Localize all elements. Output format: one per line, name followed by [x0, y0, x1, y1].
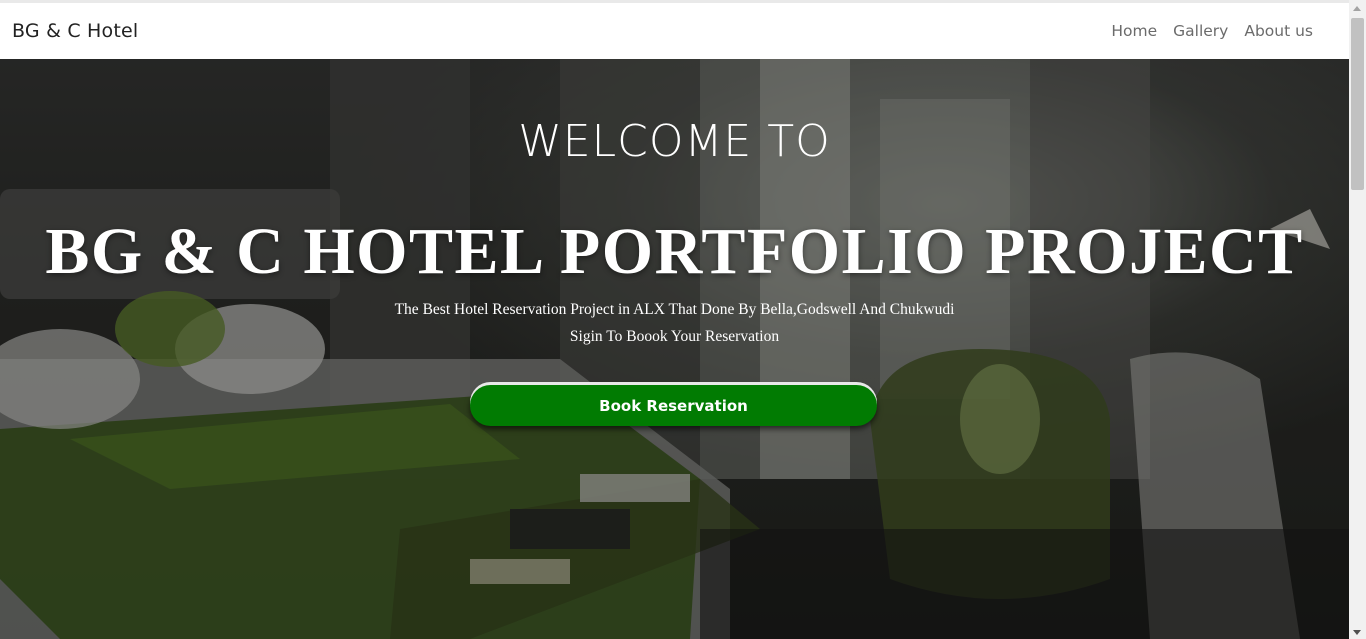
hero-subtitle: The Best Hotel Reservation Project in AL… [394, 301, 955, 318]
project-title: BG & C HOTEL PORTFOLIO PROJECT [45, 215, 1304, 288]
chevron-down-icon[interactable] [1353, 630, 1361, 635]
book-reservation-button[interactable]: Book Reservation [470, 385, 877, 426]
scrollbar-thumb[interactable] [1351, 18, 1364, 190]
brand-logo-text[interactable]: BG & C Hotel [12, 20, 138, 42]
nav-link-home[interactable]: Home [1111, 22, 1157, 40]
nav-link-gallery[interactable]: Gallery [1173, 22, 1228, 40]
hero-section: WELCOME TO BG & C HOTEL PORTFOLIO PROJEC… [0, 59, 1349, 639]
chevron-up-icon[interactable] [1353, 6, 1361, 11]
nav-link-about-us[interactable]: About us [1244, 22, 1313, 40]
signin-prompt: Sigin To Boook Your Reservation [569, 328, 780, 345]
nav-links: Home Gallery About us [1111, 22, 1313, 40]
page-scrollbar[interactable] [1349, 0, 1366, 639]
top-navbar: BG & C Hotel Home Gallery About us [0, 0, 1349, 59]
welcome-heading: WELCOME TO [518, 116, 831, 167]
